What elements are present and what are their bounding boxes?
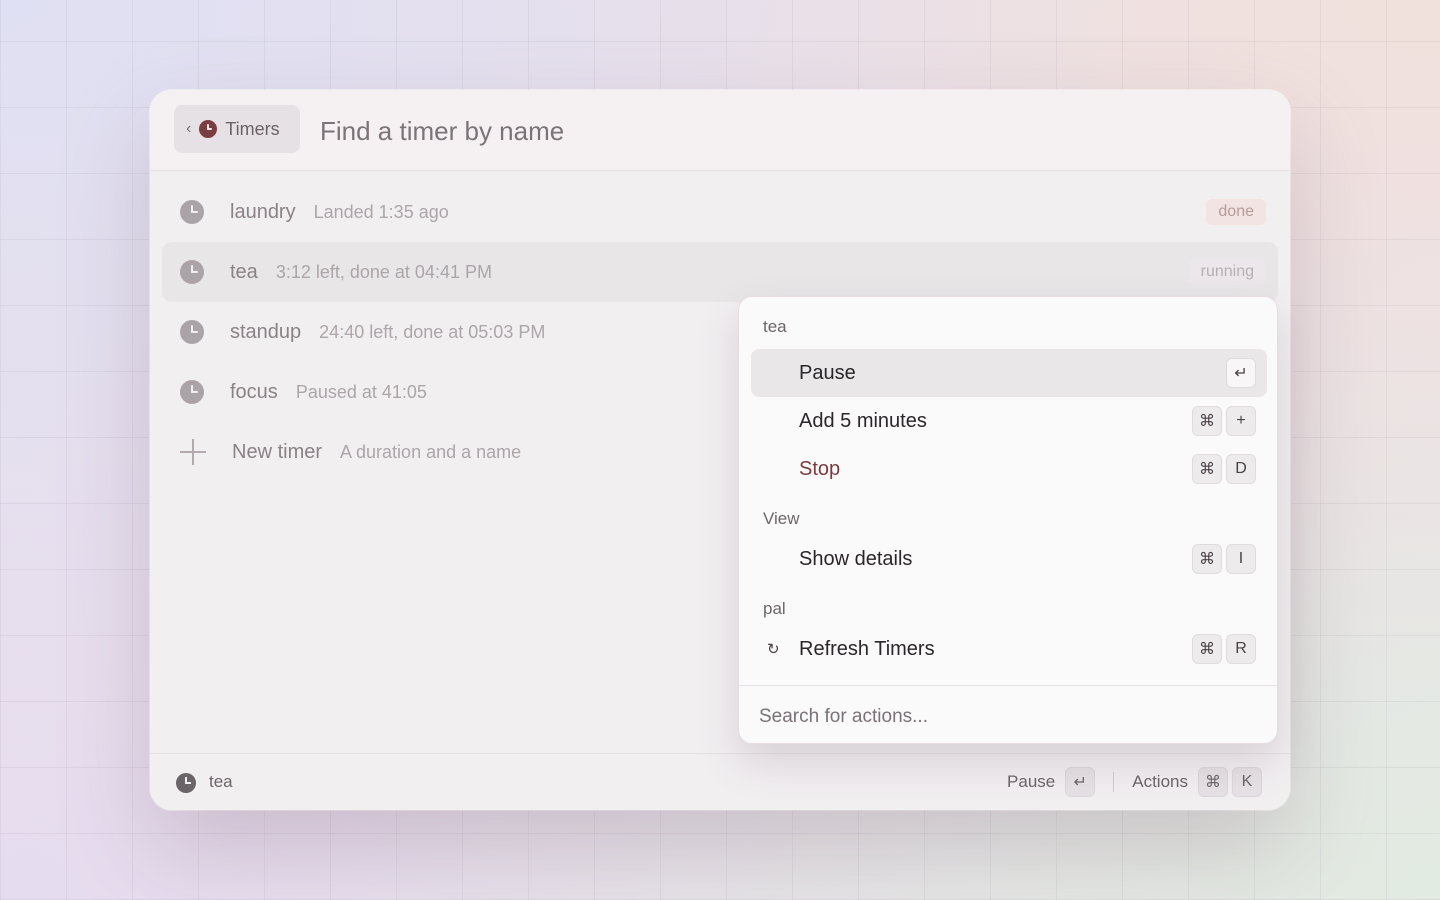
timer-clock-icon: [199, 120, 218, 138]
back-button[interactable]: ‹ Timers: [174, 105, 300, 153]
new-timer-label: New timer: [232, 440, 323, 463]
enter-key-icon: ↵: [1226, 358, 1256, 388]
timer-meta: 24:40 left, done at 05:03 PM: [319, 321, 546, 342]
shortcut-keys: ⌘ +: [1192, 406, 1256, 436]
command-key-icon: ⌘: [1192, 454, 1222, 484]
timer-meta: Paused at 41:05: [295, 381, 427, 402]
r-key: R: [1226, 634, 1256, 664]
action-add-5-minutes[interactable]: Add 5 minutes ⌘ +: [751, 397, 1267, 445]
timer-name: laundry: [230, 200, 296, 223]
shortcut-keys: ⌘ I: [1192, 544, 1256, 574]
shortcut-keys: ⌘ R: [1192, 634, 1256, 664]
shortcut-keys: ⌘ D: [1192, 454, 1256, 484]
timer-name: tea: [230, 260, 258, 283]
clock-icon: [180, 200, 204, 224]
action-label: Pause: [799, 361, 856, 384]
new-timer-hint: A duration and a name: [340, 441, 522, 462]
shortcut-keys: ↵: [1226, 358, 1256, 388]
clock-icon: [176, 773, 196, 793]
command-key-icon: ⌘: [1192, 406, 1222, 436]
status-badge: running: [1188, 259, 1266, 285]
timer-meta: Landed 1:35 ago: [313, 201, 449, 222]
clock-icon: [180, 380, 204, 404]
action-show-details[interactable]: Show details ⌘ I: [751, 535, 1267, 583]
header: ‹ Timers: [150, 90, 1290, 171]
timer-name: focus: [230, 380, 278, 403]
action-label: Stop: [799, 457, 841, 480]
i-key: I: [1226, 544, 1256, 574]
action-pause[interactable]: Pause ↵: [751, 349, 1267, 397]
primary-action-label[interactable]: Pause: [1007, 772, 1055, 792]
section-header-tea: tea: [763, 317, 787, 336]
plus-key: +: [1226, 406, 1256, 436]
section-header-view: View: [763, 509, 800, 528]
selected-timer-name: tea: [209, 772, 233, 791]
divider: [739, 685, 1277, 686]
timer-meta: 3:12 left, done at 04:41 PM: [275, 261, 492, 282]
enter-key-icon: ↵: [1065, 767, 1096, 797]
refresh-icon: ↻: [767, 641, 780, 658]
command-key-icon: ⌘: [1192, 634, 1222, 664]
back-button-label: Timers: [225, 118, 280, 139]
clock-icon: [180, 320, 204, 344]
actions-search-input[interactable]: [757, 697, 1261, 737]
action-refresh-timers[interactable]: ↻ Refresh Timers ⌘ R: [751, 625, 1267, 673]
section-header-pal: pal: [763, 599, 786, 618]
action-label: Show details: [799, 547, 913, 570]
k-key: K: [1232, 767, 1262, 797]
search-input[interactable]: [318, 108, 1222, 154]
timer-row-tea[interactable]: tea 3:12 left, done at 04:41 PM running: [162, 242, 1278, 302]
command-key-icon: ⌘: [1192, 544, 1222, 574]
command-key-icon: ⌘: [1198, 767, 1228, 797]
plus-icon: [180, 439, 206, 465]
timer-row-laundry[interactable]: laundry Landed 1:35 ago done: [162, 182, 1278, 242]
clock-icon: [180, 260, 204, 284]
action-stop[interactable]: Stop ⌘ D: [751, 445, 1267, 493]
timer-name: standup: [230, 320, 302, 343]
action-label: Add 5 minutes: [799, 409, 927, 432]
status-badge: done: [1206, 199, 1266, 225]
footer-actions: Pause ↵ Actions ⌘ K: [1007, 766, 1262, 798]
chevron-left-icon: ‹: [186, 120, 192, 137]
footer-bar: tea Pause ↵ Actions ⌘ K: [150, 753, 1290, 810]
action-label: Refresh Timers: [799, 637, 935, 660]
actions-button-label[interactable]: Actions: [1132, 772, 1188, 792]
d-key: D: [1226, 454, 1256, 484]
divider: [1113, 772, 1115, 792]
actions-panel: tea Pause ↵ Add 5 minutes ⌘ + Stop ⌘ D V…: [738, 296, 1278, 744]
